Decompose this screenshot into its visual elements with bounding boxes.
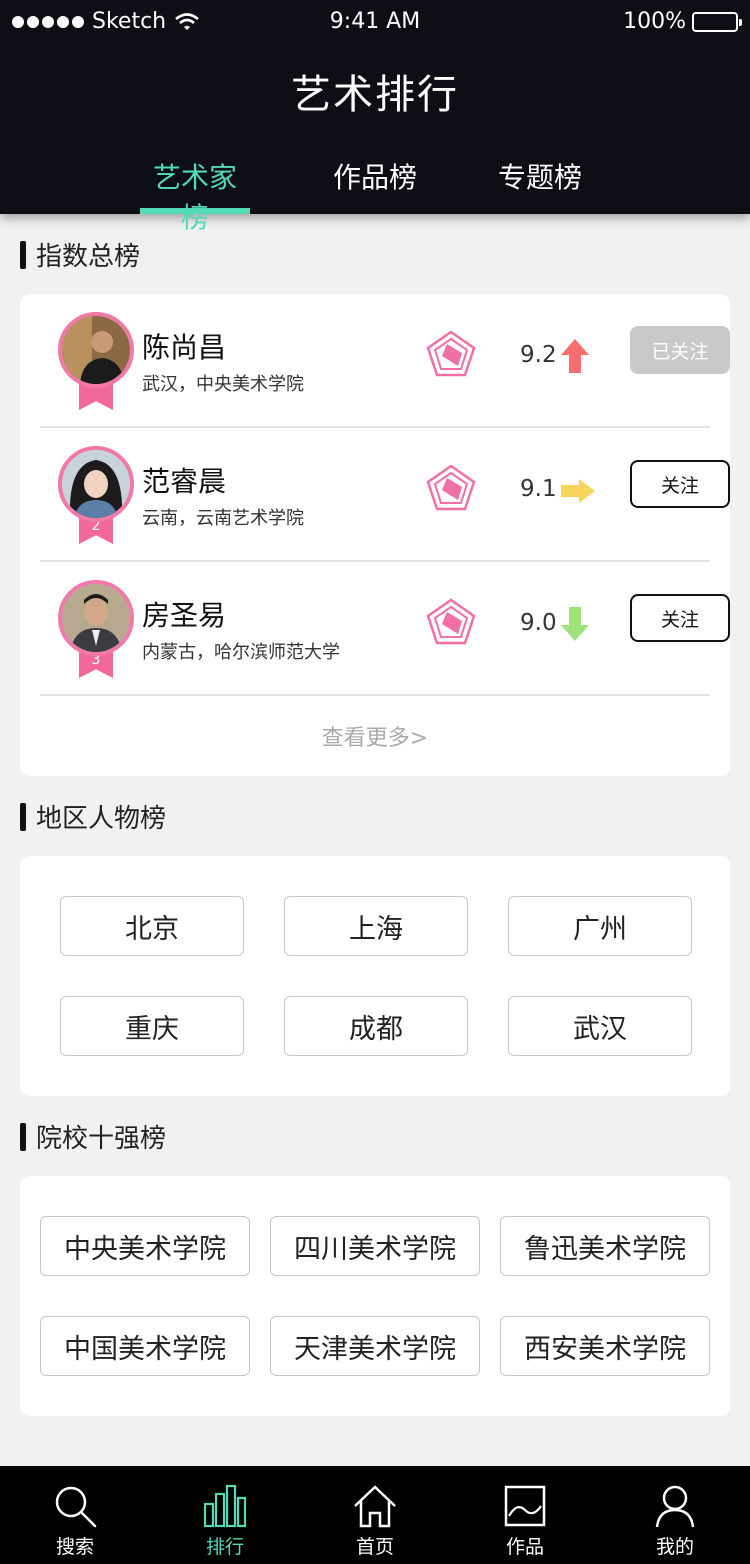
tab-active-indicator [140,208,250,214]
ranking-card: 陈尚昌 武汉，中央美术学院 9.2 已关注 2 范睿晨 云南，云南艺术学院 9.… [20,294,730,776]
schools-card: 中央美术学院 四川美术学院 鲁迅美术学院 中国美术学院 天津美术学院 西安美术学… [20,1176,730,1416]
pentagon-index-icon [426,464,476,511]
app-header: Sketch 9:41 AM 100% 艺术排行 艺术家榜 作品榜 专题榜 [0,0,750,234]
see-more-link[interactable]: 查看更多> [20,720,730,752]
nav-works[interactable]: 作品 [450,1466,600,1564]
artist-row[interactable]: 3 房圣易 内蒙古，哈尔滨师范大学 9.0 关注 [40,562,730,696]
school-chip[interactable]: 中央美术学院 [40,1216,250,1276]
index-score: 9.2 [520,342,557,368]
bottom-nav: 搜索 排行 首页 作品 我的 [0,1466,750,1564]
nav-search[interactable]: 搜索 [0,1466,150,1564]
region-chip-beijing[interactable]: 北京 [60,896,244,956]
artist-name: 陈尚昌 [142,331,227,364]
artist-name: 房圣易 [142,599,227,632]
nav-ranking[interactable]: 排行 [150,1466,300,1564]
battery-percent: 100% [623,9,686,34]
section-title-schools: 院校十强榜 [20,1118,166,1155]
tab-artists[interactable]: 艺术家榜 [140,156,250,236]
section-title-regions: 地区人物榜 [20,798,166,835]
school-chip[interactable]: 西安美术学院 [500,1316,710,1376]
arrow-up-icon [561,339,589,373]
battery-icon [692,11,742,32]
artist-location: 云南，云南艺术学院 [142,508,304,529]
regions-card: 北京 上海 广州 重庆 成都 武汉 [20,856,730,1096]
avatar-badge: 2 [58,446,134,546]
followed-button[interactable]: 已关注 [630,326,730,374]
user-icon [655,1485,695,1528]
pentagon-index-icon [426,598,476,645]
school-chip[interactable]: 四川美术学院 [270,1216,480,1276]
search-icon [55,1486,97,1528]
bar-chart-icon [203,1484,247,1528]
tab-topics[interactable]: 专题榜 [484,156,596,196]
region-chip-chengdu[interactable]: 成都 [284,996,468,1056]
status-bar: Sketch 9:41 AM 100% [0,0,750,44]
index-score: 9.1 [520,476,557,502]
section-title-text: 指数总榜 [36,242,141,272]
nav-label: 排行 [205,1536,244,1558]
section-marker [20,240,26,269]
arrow-down-icon [561,607,589,641]
index-score: 9.0 [520,610,557,636]
school-chip[interactable]: 中国美术学院 [40,1316,250,1376]
battery-group: 100% [623,9,742,34]
nav-home[interactable]: 首页 [300,1466,450,1564]
nav-label: 我的 [655,1536,694,1558]
section-title-ranking: 指数总榜 [20,236,140,273]
school-chip[interactable]: 天津美术学院 [270,1316,480,1376]
avatar [58,312,134,388]
artist-location: 武汉，中央美术学院 [142,374,304,395]
pentagon-index-icon [426,330,476,377]
image-icon [504,1485,546,1527]
section-marker [20,802,26,831]
follow-button[interactable]: 关注 [630,594,730,642]
school-chip[interactable]: 鲁迅美术学院 [500,1216,710,1276]
region-chip-wuhan[interactable]: 武汉 [508,996,692,1056]
home-icon [354,1485,396,1528]
follow-button[interactable]: 关注 [630,460,730,508]
artist-name: 范睿晨 [142,465,227,498]
artist-location: 内蒙古，哈尔滨师范大学 [142,642,340,663]
section-marker [20,1122,26,1151]
artist-row[interactable]: 2 范睿晨 云南，云南艺术学院 9.1 关注 [40,428,730,562]
artist-row[interactable]: 陈尚昌 武汉，中央美术学院 9.2 已关注 [40,294,730,428]
page-title: 艺术排行 [291,72,459,118]
row-divider [40,694,710,696]
avatar [58,580,134,656]
avatar [58,446,134,522]
tab-bar: 艺术家榜 作品榜 专题榜 [0,150,750,234]
region-chip-guangzhou[interactable]: 广州 [508,896,692,956]
region-chip-chongqing[interactable]: 重庆 [60,996,244,1056]
nav-label: 首页 [355,1536,394,1558]
region-chip-shanghai[interactable]: 上海 [284,896,468,956]
nav-label: 作品 [505,1536,544,1558]
section-title-text: 地区人物榜 [36,804,167,834]
avatar-badge: 3 [58,580,134,680]
section-title-text: 院校十强榜 [36,1124,167,1154]
nav-profile[interactable]: 我的 [600,1466,750,1564]
arrow-right-icon [561,479,595,503]
nav-label: 搜索 [55,1536,94,1558]
avatar-badge [58,312,134,412]
tab-works[interactable]: 作品榜 [320,156,430,196]
